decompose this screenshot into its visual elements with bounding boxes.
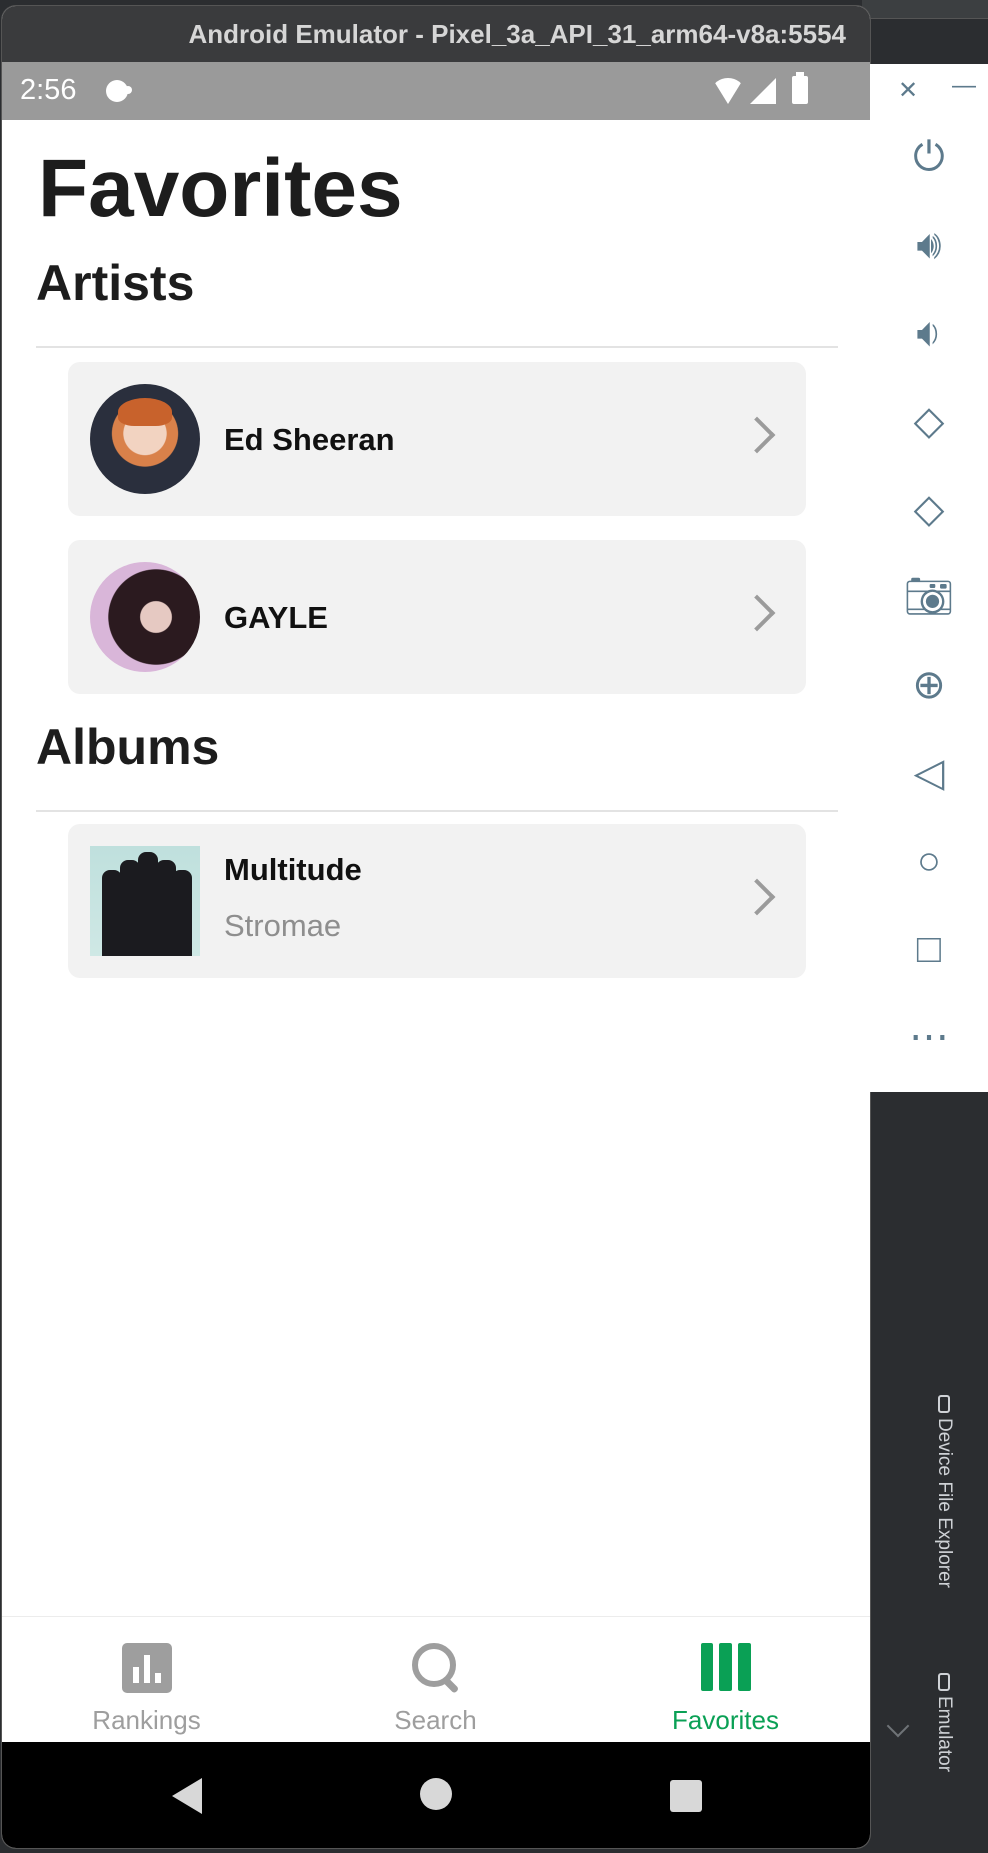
- nav-home-icon[interactable]: [420, 1778, 452, 1810]
- artist-avatar: [90, 562, 200, 672]
- power-icon: ⏻: [913, 135, 945, 179]
- emulator-tab[interactable]: Emulator: [933, 1673, 955, 1772]
- zoom-icon: ⊕: [912, 663, 946, 707]
- album-artist: Stromae: [224, 908, 342, 943]
- chevron-right-icon: [738, 594, 776, 632]
- rotate-right-icon: ◇: [913, 487, 945, 531]
- nav-back-icon[interactable]: [172, 1778, 202, 1814]
- home-button[interactable]: ○: [870, 826, 988, 896]
- album-title: Multitude: [224, 852, 362, 887]
- camera-icon: 📷︎: [903, 575, 955, 619]
- artist-card-gayle[interactable]: GAYLE: [68, 540, 806, 694]
- search-icon: [411, 1643, 460, 1694]
- screenshot-button[interactable]: 📷︎: [870, 562, 988, 632]
- bottom-navigation: Rankings Search Favorites: [2, 1616, 870, 1743]
- volume-down-icon: 🔉︎: [916, 311, 942, 355]
- zoom-button[interactable]: ⊕: [870, 650, 988, 720]
- rotate-left-button[interactable]: ◇: [870, 386, 988, 456]
- back-button[interactable]: ◁: [870, 738, 988, 808]
- window-title: Android Emulator - Pixel_3a_API_31_arm64…: [2, 6, 870, 62]
- android-navigation-bar: [2, 1742, 870, 1848]
- more-button[interactable]: ⋯: [870, 1002, 988, 1072]
- tab-label: Favorites: [672, 1705, 779, 1735]
- minimize-icon[interactable]: —: [952, 72, 976, 100]
- overview-button[interactable]: □: [870, 914, 988, 984]
- favorites-screen: Favorites Artists Ed Sheeran GAYLE Album…: [2, 120, 870, 1628]
- section-title-albums: Albums: [36, 719, 220, 775]
- artist-card-ed-sheeran[interactable]: Ed Sheeran: [68, 362, 806, 516]
- volume-down-button[interactable]: 🔉︎: [870, 298, 988, 368]
- ide-side-panel: [870, 1092, 988, 1852]
- power-button[interactable]: ⏻: [870, 122, 988, 192]
- artist-name: Ed Sheeran: [224, 422, 395, 457]
- emulator-window: Android Emulator - Pixel_3a_API_31_arm64…: [2, 6, 870, 1848]
- status-time: 2:56: [20, 74, 77, 106]
- emulator-device-icon: [938, 1673, 950, 1691]
- device-icon: [938, 1395, 950, 1413]
- artist-name: GAYLE: [224, 600, 328, 635]
- chevron-right-icon: [738, 878, 776, 916]
- tab-search[interactable]: Search: [291, 1617, 580, 1743]
- close-icon[interactable]: ✕: [898, 76, 918, 105]
- divider: [36, 810, 838, 812]
- tab-label: Rankings: [92, 1705, 201, 1735]
- divider: [36, 346, 838, 348]
- tab-favorites[interactable]: Favorites: [581, 1617, 870, 1743]
- wifi-icon: [712, 78, 744, 104]
- ide-toolbar-fragment: [862, 0, 988, 19]
- device-file-explorer-tab[interactable]: Device File Explorer: [933, 1395, 955, 1588]
- back-icon: ◁: [913, 751, 945, 795]
- battery-icon: [792, 72, 808, 104]
- signal-icon: [750, 78, 776, 104]
- tab-rankings[interactable]: Rankings: [2, 1617, 291, 1743]
- chevron-right-icon: [738, 416, 776, 454]
- album-cover: [90, 846, 200, 956]
- library-icon: [700, 1643, 751, 1691]
- overview-icon: □: [916, 927, 942, 971]
- more-icon: ⋯: [909, 1015, 949, 1059]
- home-icon: ○: [916, 839, 942, 883]
- android-status-bar: 2:56: [2, 62, 870, 120]
- artist-avatar: [90, 384, 200, 494]
- album-card-multitude[interactable]: Multitude Stromae: [68, 824, 806, 978]
- rotate-right-button[interactable]: ◇: [870, 474, 988, 544]
- page-title: Favorites: [38, 143, 403, 234]
- volume-up-button[interactable]: 🔊︎: [870, 210, 988, 280]
- section-title-artists: Artists: [36, 255, 195, 311]
- bar-chart-icon: [121, 1643, 172, 1693]
- media-status-icon: [106, 80, 132, 102]
- tab-label: Search: [394, 1705, 477, 1735]
- emulator-toolbar: ✕ — ⏻ 🔊︎ 🔉︎ ◇ ◇ 📷︎ ⊕ ◁ ○ □ ⋯: [870, 64, 988, 1092]
- rotate-left-icon: ◇: [913, 399, 945, 443]
- nav-recents-icon[interactable]: [670, 1780, 702, 1812]
- volume-up-icon: 🔊︎: [916, 223, 942, 267]
